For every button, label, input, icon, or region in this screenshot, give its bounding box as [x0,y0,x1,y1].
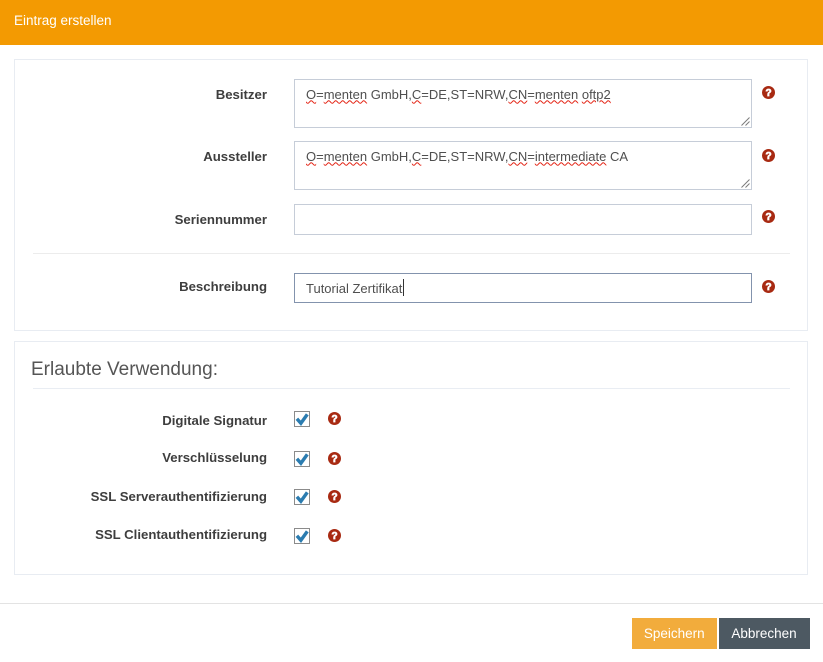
svg-text:?: ? [765,212,771,223]
svg-text:?: ? [331,531,337,542]
svg-text:?: ? [331,454,337,465]
svg-text:?: ? [765,282,771,293]
svg-text:?: ? [765,151,771,162]
svg-text:?: ? [331,492,337,503]
svg-text:?: ? [765,88,771,99]
svg-text:?: ? [331,414,337,425]
